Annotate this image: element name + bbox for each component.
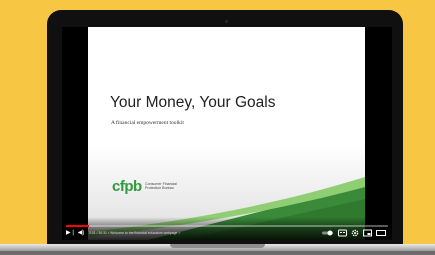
captions-icon[interactable] xyxy=(338,229,347,237)
presentation-slide: Your Money, Your Goals A financial empow… xyxy=(88,27,365,240)
webcam-icon xyxy=(225,20,228,23)
cfpb-logo-name: Consumer Financial Protection Bureau xyxy=(145,182,189,191)
theater-icon[interactable] xyxy=(376,229,386,237)
autoplay-toggle-icon[interactable] xyxy=(322,229,334,237)
next-icon[interactable]: ▶❘ xyxy=(66,229,76,237)
logo-name-line2: Protection Bureau xyxy=(145,186,174,191)
laptop-notch xyxy=(170,244,265,248)
green-swoosh-decoration xyxy=(88,177,365,240)
player-controls: ▶❘ ◀) 0:01 / 30:31 • Welcome to the fina… xyxy=(62,217,392,240)
miniplayer-icon[interactable] xyxy=(363,229,372,237)
volume-icon[interactable]: ◀) xyxy=(77,229,85,237)
slide-subtitle: A financial empowerment toolkit xyxy=(111,120,184,126)
video-player[interactable]: Your Money, Your Goals A financial empow… xyxy=(62,27,392,240)
slide-title: Your Money, Your Goals xyxy=(110,94,276,111)
gear-icon[interactable] xyxy=(351,229,359,237)
progress-bar[interactable] xyxy=(66,225,388,227)
time-chapter-label[interactable]: 0:01 / 30:31 • Welcome to the financial … xyxy=(89,230,180,236)
progress-fill xyxy=(66,225,89,227)
cfpb-logo-mark: cfpb xyxy=(112,178,142,195)
laptop-base-shadow xyxy=(0,251,435,255)
